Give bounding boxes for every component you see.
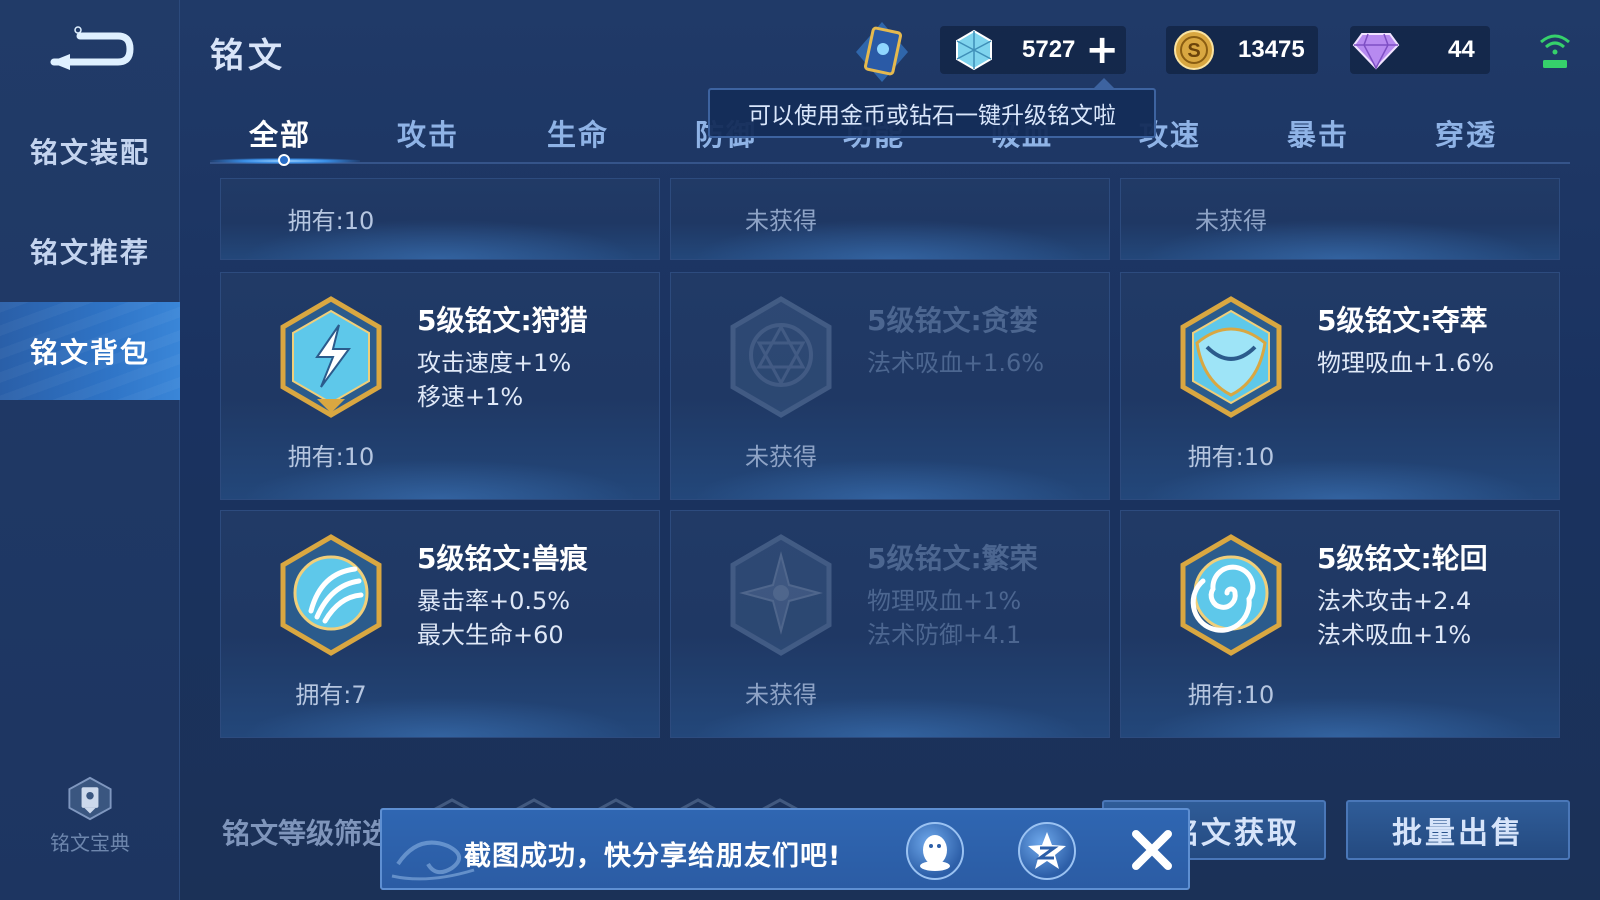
inscription-card-reincarnation[interactable]: 5级铭文:轮回 法术攻击+2.4 法术吸血+1% 拥有:10 bbox=[1120, 510, 1560, 738]
upgrade-tooltip: 可以使用金币或钻石一键升级铭文啦 bbox=[708, 88, 1156, 138]
inscription-grid: 拥有:10 未获得 未获得 5级铭文:狩猎 攻击速度+1% 移速+1% 拥有:1… bbox=[220, 178, 1560, 738]
share-qq-button[interactable] bbox=[906, 822, 964, 880]
level-filter-label: 铭文等级筛选 bbox=[222, 817, 391, 850]
tab-all[interactable]: 全部 bbox=[220, 112, 340, 154]
tab-crit[interactable]: 暴击 bbox=[1258, 112, 1378, 154]
tab-attack[interactable]: 攻击 bbox=[368, 112, 488, 154]
owned-count: 拥有:7 bbox=[295, 681, 367, 709]
plunder-emblem-icon bbox=[1180, 296, 1282, 418]
hunt-emblem-icon bbox=[280, 296, 382, 418]
wifi-signal-icon bbox=[1540, 34, 1570, 68]
inscription-card-hunt[interactable]: 5级铭文:狩猎 攻击速度+1% 移速+1% 拥有:10 bbox=[220, 272, 660, 500]
owned-count: 未获得 bbox=[1195, 207, 1267, 235]
codex-button[interactable]: 铭文宝典 bbox=[40, 776, 140, 856]
inscription-name: 5级铭文:贪婪 bbox=[867, 304, 1038, 337]
bulk-sell-button[interactable]: 批量出售 bbox=[1346, 800, 1570, 860]
owned-count: 拥有:10 bbox=[1187, 443, 1275, 471]
inscription-name: 5级铭文:夺萃 bbox=[1317, 304, 1488, 337]
tab-health[interactable]: 生命 bbox=[518, 112, 638, 154]
inscription-name: 5级铭文:繁荣 bbox=[867, 542, 1038, 575]
sidebar-item-label: 铭文推荐 bbox=[29, 236, 150, 269]
close-toast-button[interactable] bbox=[1122, 820, 1182, 880]
diamond-amount: 44 bbox=[1448, 36, 1475, 63]
inscription-card-greed[interactable]: 5级铭文:贪婪 法术吸血+1.6% 未获得 bbox=[670, 272, 1110, 500]
share-qzone-button[interactable] bbox=[1018, 822, 1076, 880]
owned-count: 拥有:10 bbox=[1187, 681, 1275, 709]
sidebar-item-label: 铭文背包 bbox=[29, 336, 150, 369]
crystal-gem-icon bbox=[956, 29, 992, 71]
prosperity-emblem-icon bbox=[730, 534, 832, 656]
inscription-stat: 物理吸血+1% bbox=[867, 587, 1022, 615]
inscription-card-plunder[interactable]: 5级铭文:夺萃 物理吸血+1.6% 拥有:10 bbox=[1120, 272, 1560, 500]
sidebar-item-recommend[interactable]: 铭文推荐 bbox=[0, 202, 180, 300]
inscription-card-prosperity[interactable]: 5级铭文:繁荣 物理吸血+1% 法术防御+4.1 未获得 bbox=[670, 510, 1110, 738]
owned-count: 拥有:10 bbox=[287, 443, 375, 471]
owned-count: 未获得 bbox=[745, 681, 817, 709]
close-icon bbox=[1132, 830, 1172, 870]
inscription-stat: 暴击率+0.5% bbox=[417, 587, 571, 615]
inscription-name: 5级铭文:兽痕 bbox=[417, 542, 588, 575]
add-gem-button[interactable]: + bbox=[1085, 30, 1119, 70]
codex-book-icon bbox=[68, 776, 112, 821]
inscription-stat: 物理吸血+1.6% bbox=[1317, 349, 1495, 377]
inscription-name: 5级铭文:狩猎 bbox=[417, 304, 588, 337]
qq-penguin-icon bbox=[920, 835, 950, 871]
back-arrow-icon bbox=[50, 26, 134, 70]
gem-currency: 5727 + bbox=[940, 26, 1126, 74]
owned-count: 未获得 bbox=[745, 207, 817, 235]
page-title: 铭文 bbox=[210, 36, 286, 76]
back-button[interactable] bbox=[48, 22, 136, 72]
share-toast: 截图成功，快分享给朋友们吧! bbox=[380, 808, 1190, 890]
gold-amount: 13475 bbox=[1238, 36, 1305, 63]
sidebar-item-backpack[interactable]: 铭文背包 bbox=[0, 302, 180, 400]
inscription-stat: 最大生命+60 bbox=[417, 621, 564, 649]
inscription-stat: 法术防御+4.1 bbox=[867, 621, 1022, 649]
owned-count: 拥有:10 bbox=[287, 207, 375, 235]
inscription-stat: 法术攻击+2.4 bbox=[1317, 587, 1472, 615]
sidebar-item-label: 铭文装配 bbox=[29, 136, 150, 169]
greed-emblem-icon bbox=[730, 296, 832, 418]
tab-penetration[interactable]: 穿透 bbox=[1406, 112, 1526, 154]
inscription-card[interactable]: 未获得 bbox=[1120, 178, 1560, 260]
tooltip-arrow bbox=[1094, 78, 1114, 88]
inscription-card[interactable]: 拥有:10 bbox=[220, 178, 660, 260]
inscription-screen: 铭文装配 铭文推荐 铭文背包 铭文宝典 铭文 5727 + S 13475 44… bbox=[0, 0, 1600, 900]
inscription-stat: 法术吸血+1.6% bbox=[867, 349, 1045, 377]
gem-amount: 5727 bbox=[1022, 36, 1076, 63]
diamond-currency: 44 bbox=[1350, 26, 1490, 74]
gold-currency: S 13475 bbox=[1166, 26, 1318, 74]
reincarnation-emblem-icon bbox=[1180, 534, 1282, 656]
codex-label: 铭文宝典 bbox=[50, 831, 130, 855]
inscription-stat: 法术吸血+1% bbox=[1317, 621, 1472, 649]
inscription-card-button[interactable] bbox=[852, 20, 912, 84]
gold-coin-icon: S bbox=[1174, 30, 1214, 70]
inscription-stat: 移速+1% bbox=[417, 383, 524, 411]
sidebar-item-equip[interactable]: 铭文装配 bbox=[0, 102, 180, 200]
sidebar: 铭文装配 铭文推荐 铭文背包 铭文宝典 bbox=[0, 0, 180, 900]
toast-message: 截图成功，快分享给朋友们吧! bbox=[464, 841, 842, 872]
inscription-name: 5级铭文:轮回 bbox=[1317, 542, 1488, 575]
active-tab-dot bbox=[278, 154, 290, 166]
diamond-icon bbox=[1352, 33, 1400, 70]
inscription-card-beast-mark[interactable]: 5级铭文:兽痕 暴击率+0.5% 最大生命+60 拥有:7 bbox=[220, 510, 660, 738]
inscription-card[interactable]: 未获得 bbox=[670, 178, 1110, 260]
owned-count: 未获得 bbox=[745, 443, 817, 471]
inscription-stat: 攻击速度+1% bbox=[417, 349, 572, 377]
beast-mark-emblem-icon bbox=[280, 534, 382, 656]
inscription-card-icon bbox=[856, 22, 908, 82]
qzone-star-icon bbox=[1028, 832, 1066, 869]
svg-text:S: S bbox=[1187, 40, 1200, 62]
